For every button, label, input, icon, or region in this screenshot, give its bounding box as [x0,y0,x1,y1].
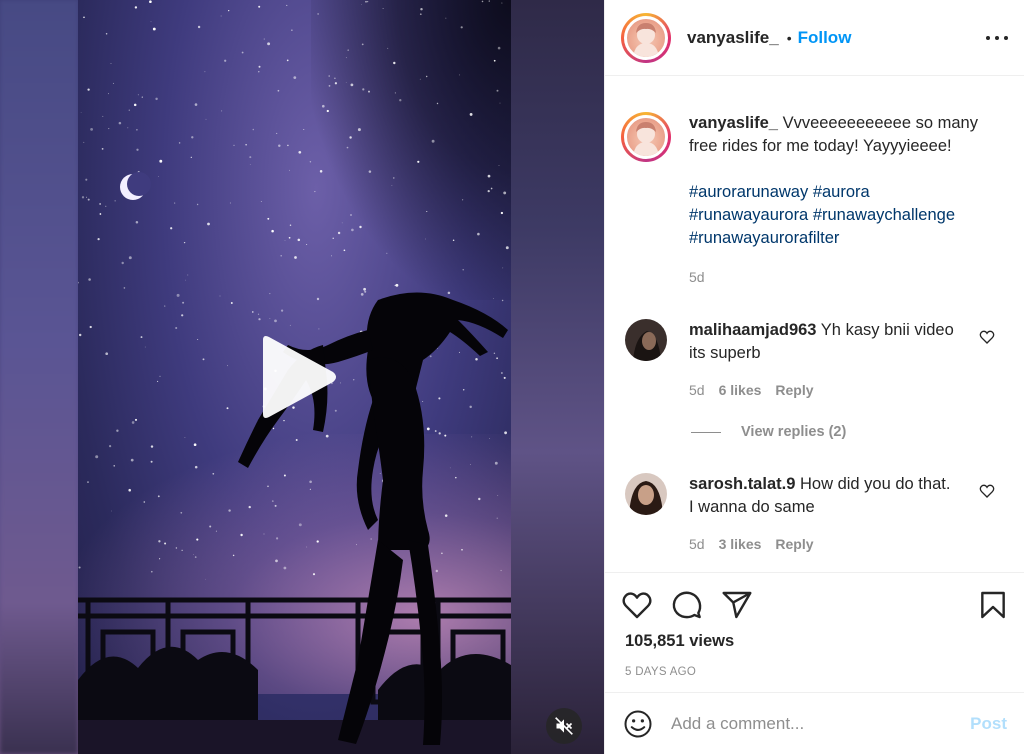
post-actions: 105,851 views 5 DAYS AGO [605,572,1024,678]
share-button[interactable] [721,589,753,621]
comment-input[interactable] [671,713,971,734]
play-icon [263,336,336,418]
moon [120,172,151,200]
author-username[interactable]: vanyaslife_ [687,28,779,48]
add-comment-bar: Post [605,692,1024,754]
caption-timestamp[interactable]: 5d [689,266,989,289]
hashtag-line[interactable]: #runawayaurora #runawaychallenge [689,204,989,227]
comments-section: vanyaslife_ Vvveeeeeeeeeee so many free … [605,77,1024,572]
save-button[interactable] [977,589,1009,621]
comment-timestamp[interactable]: 5d [689,533,705,556]
comment-icon [672,591,702,619]
heart-icon [979,484,995,498]
caption-avatar[interactable] [621,112,671,162]
post-caption: vanyaslife_ Vvveeeeeeeeeee so many free … [621,112,989,289]
avatar-image [633,122,659,156]
comment-meta: 5d 3 likes Reply [689,533,959,556]
emoji-icon [624,710,652,737]
author-avatar[interactable] [621,12,671,63]
post-comment-button[interactable]: Post [970,714,1007,734]
post-timestamp[interactable]: 5 DAYS AGO [625,666,696,678]
muted-speaker-icon [555,717,573,735]
view-replies-button[interactable]: View replies (2) [691,424,846,440]
stars [78,0,509,580]
commenter-avatar[interactable] [625,319,667,361]
comment-username[interactable]: malihaamjad963 [689,321,817,339]
play-button[interactable] [257,334,339,420]
reply-button[interactable]: Reply [775,533,813,556]
comment-button[interactable] [671,589,703,621]
view-count[interactable]: 105,851 views [625,632,734,651]
post-header: vanyaslife_ • Follow [605,0,1024,76]
reply-button[interactable]: Reply [775,379,813,402]
comment-like-button[interactable] [979,329,995,350]
bookmark-icon [981,591,1005,619]
heart-icon [622,592,652,619]
post-media [0,0,604,754]
more-options-button[interactable] [986,28,1008,48]
mute-toggle-button[interactable] [546,708,582,744]
hashtag-line[interactable]: #runawayaurorafilter [689,227,989,250]
follow-button[interactable]: Follow [798,28,852,48]
media-blur-left [0,0,78,754]
like-button[interactable] [621,589,653,621]
commenter-avatar[interactable] [625,473,667,515]
post-details-panel: vanyaslife_ • Follow vanyaslife_ Vvveeee… [604,0,1024,754]
more-icon [986,35,990,40]
media-blur-right [511,0,604,754]
comment-username[interactable]: sarosh.talat.9 [689,475,795,493]
caption-hashtags: #aurorarunaway #aurora #runawayaurora #r… [689,181,989,250]
heart-icon [979,330,995,344]
comment-likes[interactable]: 3 likes [719,533,762,556]
comment-meta: 5d 6 likes Reply [689,379,959,402]
comment-item: malihaamjad963 Yh kasy bnii video its su… [625,319,1005,402]
comment-timestamp[interactable]: 5d [689,379,705,402]
hashtag-line[interactable]: #aurorarunaway #aurora [689,181,989,204]
paper-plane-icon [722,591,752,619]
comment-like-button[interactable] [979,483,995,504]
comment-item: sarosh.talat.9 How did you do that. I wa… [625,473,1005,556]
avatar-image [633,22,659,57]
separator-dot: • [786,29,792,46]
emoji-button[interactable] [623,709,653,739]
comment-likes[interactable]: 6 likes [719,379,762,402]
caption-username[interactable]: vanyaslife_ [689,114,778,132]
